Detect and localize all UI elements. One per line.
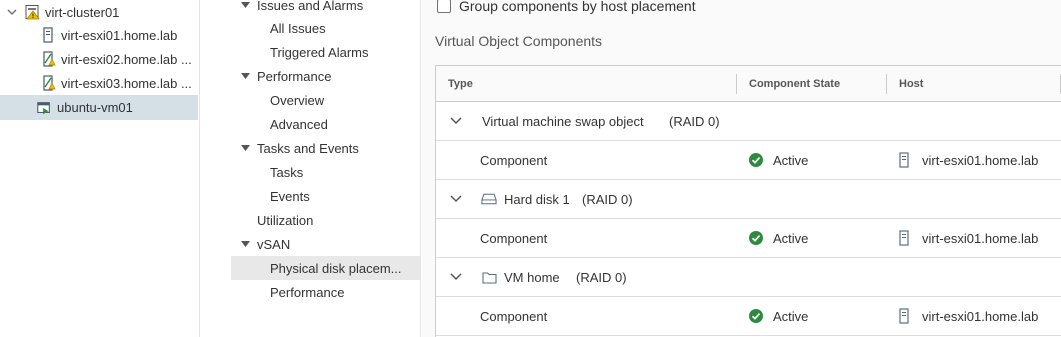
object-row-vm-home[interactable]: VM home (RAID 0) xyxy=(436,258,1061,297)
raid-label: (RAID 0) xyxy=(669,113,720,129)
component-type: Component xyxy=(480,152,548,168)
column-header-host[interactable]: Host xyxy=(899,66,923,101)
checkbox-label: Group components by host placement xyxy=(459,0,696,14)
chevron-down-icon[interactable] xyxy=(449,192,463,206)
raid-label: (RAID 0) xyxy=(576,269,627,285)
host-warning-icon xyxy=(40,51,56,67)
component-type: Component xyxy=(480,308,548,324)
object-row-hard-disk[interactable]: Hard disk 1 (RAID 0) xyxy=(436,180,1061,219)
component-type: Component xyxy=(480,230,548,246)
main-content: Group components by host placement Virtu… xyxy=(422,0,1061,337)
chevron-down-icon[interactable] xyxy=(6,6,18,18)
host-icon xyxy=(899,308,909,324)
caret-down-icon[interactable] xyxy=(241,241,251,247)
component-state: Active xyxy=(749,153,808,168)
tree-item-host-1[interactable]: virt-esxi01.home.lab xyxy=(0,23,198,47)
tree-item-host-3[interactable]: virt-esxi03.home.lab ... xyxy=(0,71,198,95)
vm-running-icon xyxy=(36,100,52,116)
hard-disk-icon xyxy=(481,191,497,207)
object-row-swap[interactable]: Virtual machine swap object (RAID 0) xyxy=(436,102,1061,141)
column-resizer[interactable] xyxy=(886,74,887,94)
folder-icon xyxy=(481,269,497,285)
check-circle-icon xyxy=(749,153,763,167)
section-title: Virtual Object Components xyxy=(435,33,603,49)
tree-item-vm[interactable]: ubuntu-vm01 xyxy=(0,95,198,120)
check-circle-icon xyxy=(749,309,763,323)
component-row[interactable]: Component Active virt-esxi01.home.lab xyxy=(436,297,1061,336)
component-host[interactable]: virt-esxi01.home.lab xyxy=(899,308,1038,324)
host-icon xyxy=(899,230,909,246)
components-grid: Type Component State Host Virtual machin… xyxy=(435,65,1061,337)
group-by-host-checkbox[interactable]: Group components by host placement xyxy=(437,0,696,16)
nav-item-utilization[interactable]: Utilization xyxy=(231,208,420,232)
tree-item-label: virt-cluster01 xyxy=(45,4,120,20)
column-resizer[interactable] xyxy=(736,74,737,94)
check-circle-icon xyxy=(749,231,763,245)
column-header-type[interactable]: Type xyxy=(448,66,473,101)
component-state: Active xyxy=(749,309,808,324)
caret-down-icon[interactable] xyxy=(241,145,251,151)
monitor-nav: Issues and Alarms All Issues Triggered A… xyxy=(231,0,421,337)
tree-item-label: ubuntu-vm01 xyxy=(57,100,133,115)
nav-group-tasks-events[interactable]: Tasks and Events xyxy=(231,136,420,160)
chevron-down-icon[interactable] xyxy=(449,270,463,284)
caret-down-icon[interactable] xyxy=(241,73,251,79)
host-warning-icon xyxy=(40,75,56,91)
cluster-warning-icon xyxy=(24,4,40,20)
host-icon xyxy=(40,27,56,43)
tree-item-label: virt-esxi01.home.lab xyxy=(61,27,178,43)
object-name: Virtual machine swap object xyxy=(482,113,644,129)
nav-item-advanced[interactable]: Advanced xyxy=(231,112,420,136)
nav-item-all-issues[interactable]: All Issues xyxy=(231,16,420,40)
nav-group-performance[interactable]: Performance xyxy=(231,64,420,88)
component-host[interactable]: virt-esxi01.home.lab xyxy=(899,230,1038,246)
column-header-component-state[interactable]: Component State xyxy=(749,66,840,101)
nav-item-tasks[interactable]: Tasks xyxy=(231,160,420,184)
component-row[interactable]: Component Active virt-esxi01.home.lab xyxy=(436,219,1061,258)
tree-item-label: virt-esxi03.home.lab ... xyxy=(61,75,192,91)
inventory-tree: virt-cluster01 virt-esxi01.home.lab virt… xyxy=(0,0,200,337)
nav-group-issues[interactable]: Issues and Alarms xyxy=(231,0,420,17)
nav-item-triggered-alarms[interactable]: Triggered Alarms xyxy=(231,40,420,64)
grid-header: Type Component State Host xyxy=(436,66,1061,102)
caret-down-icon[interactable] xyxy=(241,2,251,8)
component-state: Active xyxy=(749,231,808,246)
object-name: Hard disk 1 xyxy=(504,191,570,207)
raid-label: (RAID 0) xyxy=(582,191,633,207)
chevron-down-icon[interactable] xyxy=(449,114,463,128)
tree-item-cluster[interactable]: virt-cluster01 xyxy=(0,0,198,24)
component-row[interactable]: Component Active virt-esxi01.home.lab xyxy=(436,141,1061,180)
tree-item-host-2[interactable]: virt-esxi02.home.lab ... xyxy=(0,47,198,71)
component-host[interactable]: virt-esxi01.home.lab xyxy=(899,152,1038,168)
checkbox-box[interactable] xyxy=(437,0,451,13)
nav-item-overview[interactable]: Overview xyxy=(231,88,420,112)
nav-item-events[interactable]: Events xyxy=(231,184,420,208)
nav-group-vsan[interactable]: vSAN xyxy=(231,232,420,256)
tree-item-label: virt-esxi02.home.lab ... xyxy=(61,51,192,67)
nav-item-vsan-performance[interactable]: Performance xyxy=(231,280,420,304)
nav-item-physical-disk-placement[interactable]: Physical disk placem... xyxy=(231,256,420,280)
host-icon xyxy=(899,152,909,168)
object-name: VM home xyxy=(504,269,560,285)
